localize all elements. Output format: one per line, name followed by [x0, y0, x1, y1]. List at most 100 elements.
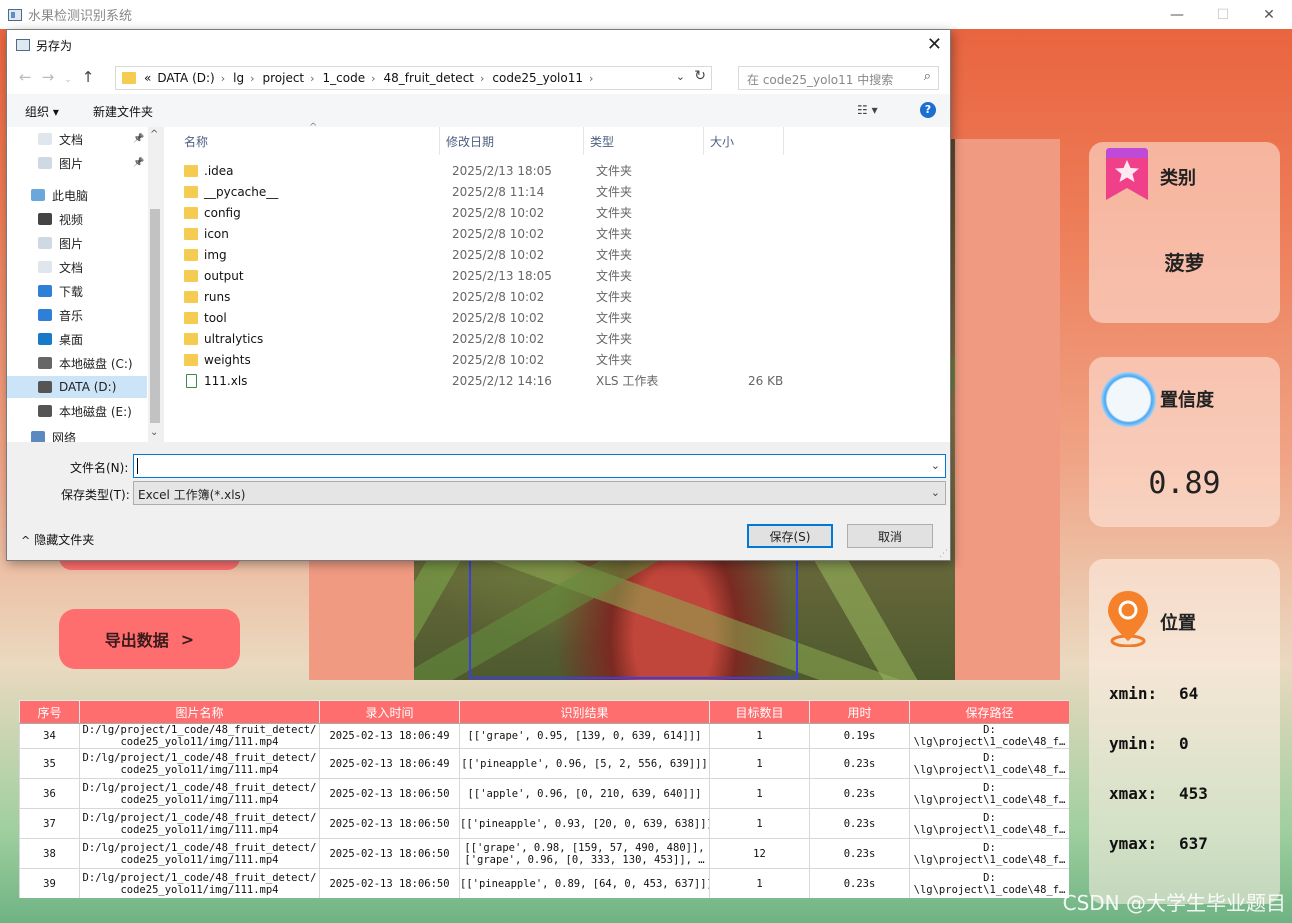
breadcrumb-separator-icon[interactable]: › [371, 72, 375, 85]
file-row[interactable]: .idea 2025/2/13 18:05 文件夹 [184, 160, 924, 181]
table-row[interactable]: 36 D:/lg/project/1_code/48_fruit_detect/c… [19, 778, 1069, 809]
header-result[interactable]: 识别结果 [459, 700, 710, 724]
minimize-icon[interactable]: — [1154, 0, 1200, 29]
forward-arrow-icon[interactable]: → [42, 68, 65, 86]
new-folder-button[interactable]: 新建文件夹 [93, 103, 153, 120]
cell-result[interactable]: [['grape', 0.95, [139, 0, 639, 614]]] [459, 723, 710, 749]
table-row[interactable]: 37 D:/lg/project/1_code/48_fruit_detect/c… [19, 808, 1069, 839]
breadcrumb-item[interactable]: 1_code [323, 71, 366, 85]
column-type[interactable]: 类型 [590, 133, 614, 150]
cell-index[interactable]: 36 [19, 778, 80, 809]
cell-count[interactable]: 1 [709, 808, 810, 839]
breadcrumb-item[interactable]: DATA (D:) [157, 71, 214, 85]
sidebar-item[interactable]: 此电脑 [7, 184, 147, 206]
file-row[interactable]: weights 2025/2/8 10:02 文件夹 [184, 349, 924, 370]
cell-time[interactable]: 2025-02-13 18:06:50 [319, 778, 460, 809]
file-row[interactable]: __pycache__ 2025/2/8 11:14 文件夹 [184, 181, 924, 202]
up-arrow-icon[interactable]: ↑ [82, 68, 105, 86]
cell-save-path[interactable]: D: \lg\project\1_code\48_f… [909, 868, 1069, 898]
cell-save-path[interactable]: D: \lg\project\1_code\48_f… [909, 778, 1069, 809]
table-row[interactable]: 35 D:/lg/project/1_code/48_fruit_detect/c… [19, 748, 1069, 779]
cell-result[interactable]: [['pineapple', 0.89, [64, 0, 453, 637]]] [459, 868, 710, 898]
scroll-down-icon[interactable]: ⌄ [150, 427, 158, 438]
cell-image-name[interactable]: D:/lg/project/1_code/48_fruit_detect/cod… [79, 808, 320, 839]
filename-dropdown-icon[interactable]: ⌄ [931, 459, 940, 472]
cell-time[interactable]: 2025-02-13 18:06:50 [319, 838, 460, 869]
header-image-name[interactable]: 图片名称 [79, 700, 320, 724]
cell-elapsed[interactable]: 0.23s [809, 748, 910, 779]
cell-image-name[interactable]: D:/lg/project/1_code/48_fruit_detect/cod… [79, 838, 320, 869]
help-icon[interactable]: ? [920, 102, 936, 118]
cell-result[interactable]: [['pineapple', 0.96, [5, 2, 556, 639]]] [459, 748, 710, 779]
cell-time[interactable]: 2025-02-13 18:06:50 [319, 868, 460, 898]
save-button[interactable]: 保存(S) [747, 524, 833, 548]
scroll-up-icon[interactable]: ^ [150, 129, 158, 140]
cell-count[interactable]: 1 [709, 778, 810, 809]
cell-count[interactable]: 12 [709, 838, 810, 869]
cell-count[interactable]: 1 [709, 868, 810, 898]
address-bar[interactable]: « DATA (D:) › lg › project › 1_code › 48_fruit_de… [115, 66, 712, 90]
sidebar-item[interactable]: 下载 [7, 280, 147, 302]
table-row[interactable]: 39 D:/lg/project/1_code/48_fruit_detect/c… [19, 868, 1069, 898]
navigation-pane[interactable]: 文档 📌 图片 📌 此电脑 视频 图片 文档 下载 音乐 桌面 本地磁盘 (C:) DATA (D:) 本… [7, 127, 163, 442]
file-row[interactable]: icon 2025/2/8 10:02 文件夹 [184, 223, 924, 244]
file-row[interactable]: output 2025/2/13 18:05 文件夹 [184, 265, 924, 286]
sidebar-item[interactable]: 图片 📌 [7, 152, 147, 174]
pin-icon[interactable]: 📌 [133, 158, 144, 168]
cell-result[interactable]: [['grape', 0.98, [159, 57, 490, 480]], ['… [459, 838, 710, 869]
cell-index[interactable]: 38 [19, 838, 80, 869]
column-size[interactable]: 大小 [710, 133, 734, 150]
table-row[interactable]: 34 D:/lg/project/1_code/48_fruit_detect/c… [19, 723, 1069, 749]
cell-count[interactable]: 1 [709, 723, 810, 749]
cell-index[interactable]: 39 [19, 868, 80, 898]
cell-image-name[interactable]: D:/lg/project/1_code/48_fruit_detect/cod… [79, 868, 320, 898]
cell-index[interactable]: 34 [19, 723, 80, 749]
cell-elapsed[interactable]: 0.23s [809, 808, 910, 839]
breadcrumb-item[interactable]: 48_fruit_detect [384, 71, 474, 85]
breadcrumb-item[interactable]: « [144, 71, 151, 85]
cell-count[interactable]: 1 [709, 748, 810, 779]
breadcrumb-separator-icon[interactable]: › [589, 72, 593, 85]
sidebar-item[interactable]: 视频 [7, 208, 147, 230]
breadcrumb-item[interactable]: project [262, 71, 304, 85]
file-row[interactable]: config 2025/2/8 10:02 文件夹 [184, 202, 924, 223]
maximize-icon[interactable]: ☐ [1200, 0, 1246, 29]
dialog-close-icon[interactable]: ✕ [927, 34, 942, 55]
scroll-thumb[interactable] [150, 209, 160, 423]
history-dropdown-icon[interactable]: ⌄ [64, 75, 82, 85]
export-data-button[interactable]: 导出数据 > [59, 609, 240, 669]
cell-image-name[interactable]: D:/lg/project/1_code/48_fruit_detect/cod… [79, 748, 320, 779]
file-row[interactable]: ultralytics 2025/2/8 10:02 文件夹 [184, 328, 924, 349]
breadcrumb-item[interactable]: lg [233, 71, 244, 85]
cell-save-path[interactable]: D: \lg\project\1_code\48_f… [909, 838, 1069, 869]
file-row[interactable]: 111.xls 2025/2/12 14:16 XLS 工作表 26 KB [184, 370, 924, 391]
search-input[interactable]: 在 code25_yolo11 中搜索 ⌕ [738, 66, 939, 90]
cell-result[interactable]: [['apple', 0.96, [0, 210, 639, 640]]] [459, 778, 710, 809]
view-options-icon[interactable]: ☷ ▾ [857, 103, 878, 117]
cancel-button[interactable]: 取消 [847, 524, 933, 548]
cell-time[interactable]: 2025-02-13 18:06:50 [319, 808, 460, 839]
file-row[interactable]: runs 2025/2/8 10:02 文件夹 [184, 286, 924, 307]
file-row[interactable]: img 2025/2/8 10:02 文件夹 [184, 244, 924, 265]
close-icon[interactable]: ✕ [1246, 0, 1292, 29]
table-row[interactable]: 38 D:/lg/project/1_code/48_fruit_detect/c… [19, 838, 1069, 869]
cell-time[interactable]: 2025-02-13 18:06:49 [319, 748, 460, 779]
sidebar-item[interactable]: 本地磁盘 (E:) [7, 400, 147, 422]
address-history-icon[interactable]: ⌄ [676, 70, 685, 83]
breadcrumb-separator-icon[interactable]: › [480, 72, 484, 85]
header-elapsed[interactable]: 用时 [809, 700, 910, 724]
cell-save-path[interactable]: D: \lg\project\1_code\48_f… [909, 748, 1069, 779]
sidebar-item[interactable]: 桌面 [7, 328, 147, 350]
sidebar-item[interactable]: DATA (D:) [7, 376, 147, 398]
sidebar-item[interactable]: 图片 [7, 232, 147, 254]
header-index[interactable]: 序号 [19, 700, 80, 724]
results-table[interactable]: 序号 图片名称 录入时间 识别结果 目标数目 用时 保存路径 34 D:/lg/p… [19, 700, 1069, 898]
organize-menu[interactable]: 组织 ▾ [25, 103, 59, 120]
breadcrumb-separator-icon[interactable]: › [250, 72, 254, 85]
header-count[interactable]: 目标数目 [709, 700, 810, 724]
breadcrumb-item[interactable]: code25_yolo11 [492, 71, 583, 85]
cell-save-path[interactable]: D: \lg\project\1_code\48_f… [909, 723, 1069, 749]
cell-elapsed[interactable]: 0.23s [809, 868, 910, 898]
sidebar-item[interactable]: 网络 [7, 426, 147, 442]
cell-elapsed[interactable]: 0.19s [809, 723, 910, 749]
